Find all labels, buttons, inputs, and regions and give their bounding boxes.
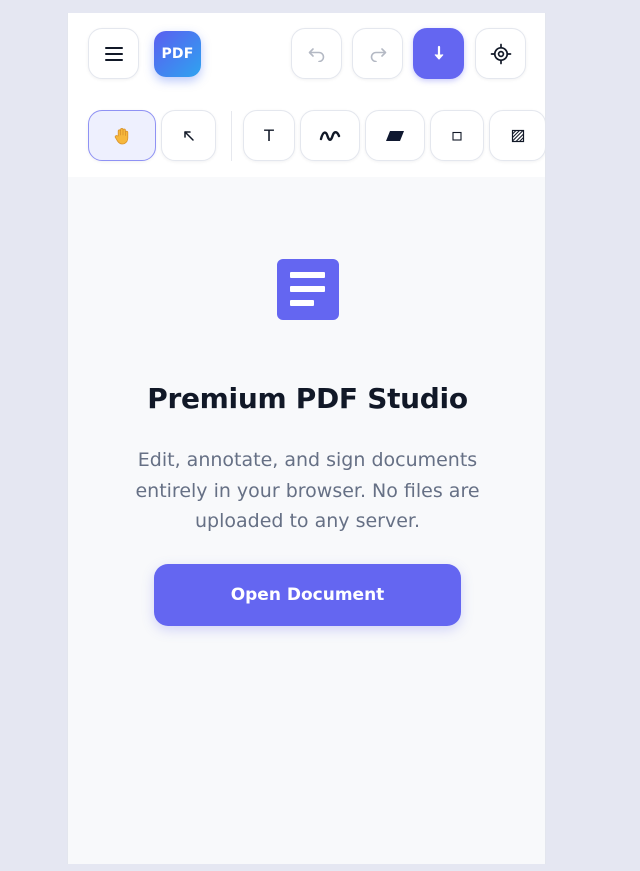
gear-icon [490, 43, 512, 65]
empty-state-title: Premium PDF Studio [147, 382, 468, 415]
app-header: PDF [68, 13, 545, 96]
pan-tool-button[interactable] [88, 110, 156, 161]
rectangle-icon [451, 130, 463, 142]
redo-icon [368, 46, 388, 62]
app-logo: PDF [154, 31, 201, 77]
undo-button[interactable] [291, 28, 342, 79]
empty-state-description: Edit, annotate, and sign documents entir… [135, 449, 480, 532]
redo-button[interactable] [352, 28, 403, 79]
logo-text: PDF [161, 46, 194, 62]
toolbar-divider [231, 111, 232, 161]
settings-button[interactable] [475, 28, 526, 79]
menu-button[interactable] [88, 28, 139, 79]
redact-hatch-icon [511, 129, 525, 143]
document-lines-icon [277, 259, 339, 320]
text-tool-button[interactable]: T [243, 110, 295, 161]
freehand-draw-icon [319, 130, 341, 142]
text-icon: T [264, 126, 274, 145]
cursor-arrow-icon [182, 129, 196, 143]
download-arrow-icon [432, 45, 446, 63]
redact-tool-button[interactable] [489, 110, 545, 161]
hand-icon [112, 126, 132, 146]
app-window: PDF T Premium PDF Studio Edit, annotate,… [67, 13, 546, 864]
open-document-label: Open Document [230, 585, 385, 605]
download-button[interactable] [413, 28, 464, 79]
draw-tool-button[interactable] [300, 110, 360, 161]
select-tool-button[interactable] [161, 110, 216, 161]
highlight-tool-button[interactable] [365, 110, 425, 161]
rectangle-tool-button[interactable] [430, 110, 484, 161]
highlight-icon [385, 130, 405, 142]
tool-toolbar: T [68, 95, 545, 177]
open-document-button[interactable]: Open Document [154, 564, 461, 626]
undo-icon [307, 46, 327, 62]
hamburger-menu-icon [104, 45, 124, 63]
